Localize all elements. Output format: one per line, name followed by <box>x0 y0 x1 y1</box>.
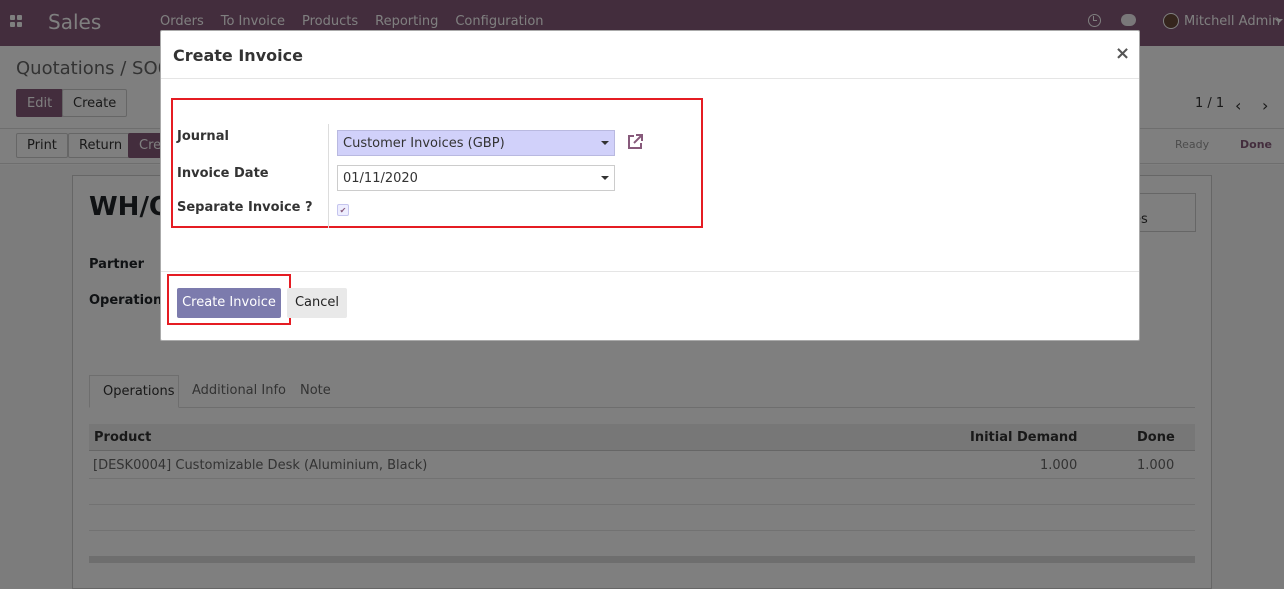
external-link-icon[interactable] <box>625 132 645 152</box>
journal-label: Journal <box>177 129 229 144</box>
create-invoice-button[interactable]: Create Invoice <box>177 288 281 318</box>
cancel-button[interactable]: Cancel <box>287 288 347 318</box>
invoice-date-value: 01/11/2020 <box>343 171 418 186</box>
close-icon[interactable]: × <box>1115 43 1130 64</box>
dropdown-arrow-icon[interactable] <box>601 141 609 145</box>
invoice-date-label: Invoice Date <box>177 166 269 181</box>
journal-value: Customer Invoices (GBP) <box>343 136 505 151</box>
invoice-date-field[interactable]: 01/11/2020 <box>337 165 615 191</box>
journal-select[interactable]: Customer Invoices (GBP) <box>337 130 615 156</box>
create-invoice-dialog: Create Invoice × Journal Customer Invoic… <box>160 30 1140 341</box>
dropdown-arrow-icon[interactable] <box>601 176 609 180</box>
separate-invoice-checkbox[interactable]: ✔ <box>337 204 349 216</box>
label-divider <box>328 124 329 228</box>
modal-title: Create Invoice <box>173 46 303 65</box>
modal-header: Create Invoice × <box>161 31 1139 79</box>
separate-invoice-label: Separate Invoice ? <box>177 200 313 215</box>
